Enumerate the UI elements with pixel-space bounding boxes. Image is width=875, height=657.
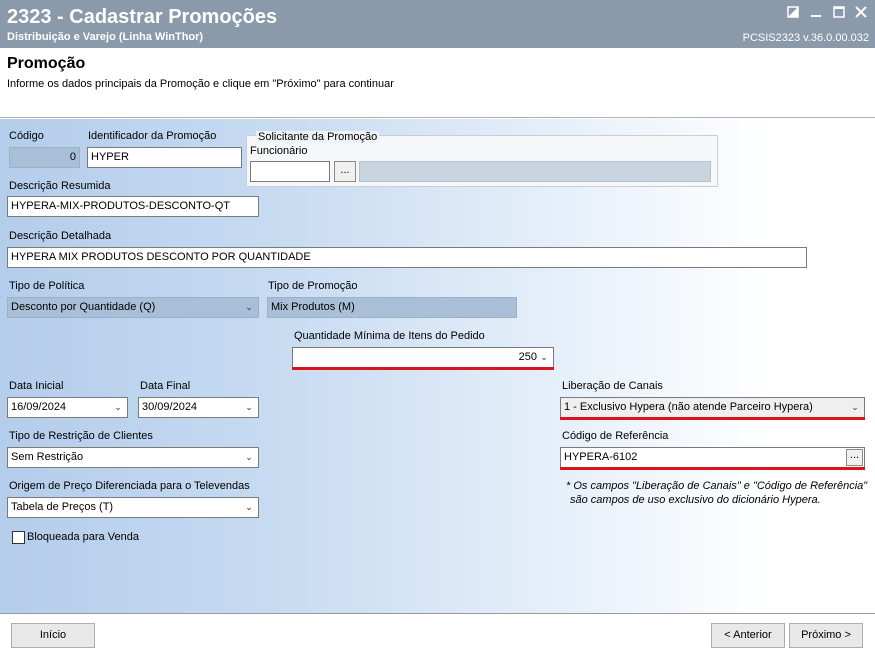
liberacao-canais-select[interactable]: 1 - Exclusivo Hypera (não atende Parceir… [560, 397, 865, 418]
tipo-politica-value: Desconto por Quantidade (Q) [11, 301, 156, 313]
qtd-minima-value: 250 [518, 351, 537, 363]
chevron-down-icon[interactable]: ⌄ [243, 498, 255, 517]
codigo-referencia-label: Código de Referência [562, 430, 669, 442]
tipo-restricao-label: Tipo de Restrição de Clientes [9, 430, 153, 442]
minimize-icon[interactable] [807, 5, 825, 23]
title-bar: 2323 - Cadastrar Promoções Distribuição … [0, 0, 875, 48]
note-line-1: * Os campos "Liberação de Canais" e "Cód… [566, 480, 868, 492]
data-final-label: Data Final [140, 380, 191, 392]
note-line-2: são campos de uso exclusivo do dicionári… [570, 494, 821, 506]
chevron-down-icon: ⌄ [245, 302, 253, 312]
qtd-minima-highlight [292, 367, 554, 370]
chevron-down-icon[interactable]: ⌄ [243, 398, 255, 417]
codigo-label: Código [9, 130, 44, 142]
anterior-button[interactable]: < Anterior [711, 623, 785, 648]
tipo-promocao-label: Tipo de Promoção [268, 280, 358, 292]
funcionario-field[interactable] [250, 161, 330, 182]
chevron-down-icon[interactable]: ⌄ [112, 398, 124, 417]
page-title: Promoção [7, 55, 86, 72]
descricao-detalhada-label: Descrição Detalhada [9, 230, 112, 242]
codigo-referencia-highlight [560, 467, 865, 470]
proximo-button-label: Próximo > [801, 629, 851, 641]
codigo-referencia-lookup-button[interactable]: ... [846, 449, 863, 466]
identificador-label: Identificador da Promoção [88, 130, 217, 142]
chevron-down-icon[interactable]: ⌄ [538, 348, 550, 367]
tipo-politica-select: Desconto por Quantidade (Q) ⌄ [7, 297, 259, 318]
chevron-down-icon[interactable]: ⌄ [243, 448, 255, 467]
descricao-resumida-field[interactable]: HYPERA-MIX-PRODUTOS-DESCONTO-QT [7, 196, 259, 217]
funcionario-label: Funcionário [250, 145, 308, 157]
inicio-button-label: Início [39, 629, 67, 641]
funcionario-name-field [359, 161, 711, 182]
tipo-politica-label: Tipo de Política [9, 280, 85, 292]
identificador-field[interactable]: HYPER [87, 147, 242, 168]
proximo-button[interactable]: Próximo > [789, 623, 863, 648]
version-label: PCSIS2323 v.36.0.00.032 [742, 32, 869, 44]
data-inicial-label: Data Inicial [9, 380, 64, 392]
data-inicial-field[interactable]: 16/09/2024 ⌄ [7, 397, 128, 418]
solicitante-label: Solicitante da Promoção [256, 131, 380, 143]
bloqueada-label: Bloqueada para Venda [27, 531, 139, 543]
codigo-referencia-value: HYPERA-6102 [564, 451, 638, 463]
funcionario-lookup-button[interactable]: ... [334, 161, 356, 182]
data-final-field[interactable]: 30/09/2024 ⌄ [138, 397, 259, 418]
origem-preco-label: Origem de Preço Diferenciada para o Tele… [9, 480, 250, 492]
descricao-resumida-label: Descrição Resumida [9, 180, 111, 192]
close-icon[interactable] [852, 5, 870, 23]
inicio-button[interactable]: Início [11, 623, 95, 648]
qtd-minima-select[interactable]: 250 ⌄ [292, 347, 554, 368]
tipo-restricao-select[interactable]: Sem Restrição ⌄ [7, 447, 259, 468]
chevron-down-icon[interactable]: ⌄ [849, 398, 861, 417]
liberacao-canais-value: 1 - Exclusivo Hypera (não atende Parceir… [564, 401, 813, 413]
codigo-field: 0 [9, 147, 80, 168]
descricao-detalhada-field[interactable]: HYPERA MIX PRODUTOS DESCONTO POR QUANTID… [7, 247, 807, 268]
data-final-value: 30/09/2024 [142, 401, 198, 413]
maximize-icon[interactable] [830, 5, 848, 23]
origem-preco-select[interactable]: Tabela de Preços (T) ⌄ [7, 497, 259, 518]
page-description: Informe os dados principais da Promoção … [7, 78, 394, 90]
restore-icon[interactable] [784, 5, 802, 23]
origem-preco-value: Tabela de Preços (T) [11, 501, 114, 513]
liberacao-canais-label: Liberação de Canais [562, 380, 663, 392]
liberacao-canais-highlight [560, 417, 865, 420]
codigo-referencia-field[interactable]: HYPERA-6102 [560, 447, 865, 468]
tipo-restricao-value: Sem Restrição [11, 451, 84, 463]
anterior-button-label: < Anterior [724, 629, 772, 641]
window-subtitle: Distribuição e Varejo (Linha WinThor) [7, 31, 204, 43]
tipo-promocao-field: Mix Produtos (M) [267, 297, 517, 318]
data-inicial-value: 16/09/2024 [11, 401, 67, 413]
window-title: 2323 - Cadastrar Promoções [7, 6, 278, 28]
header-panel: Promoção Informe os dados principais da … [0, 48, 875, 118]
qtd-minima-label: Quantidade Mínima de Itens do Pedido [294, 330, 485, 342]
bloqueada-checkbox[interactable] [12, 531, 25, 544]
